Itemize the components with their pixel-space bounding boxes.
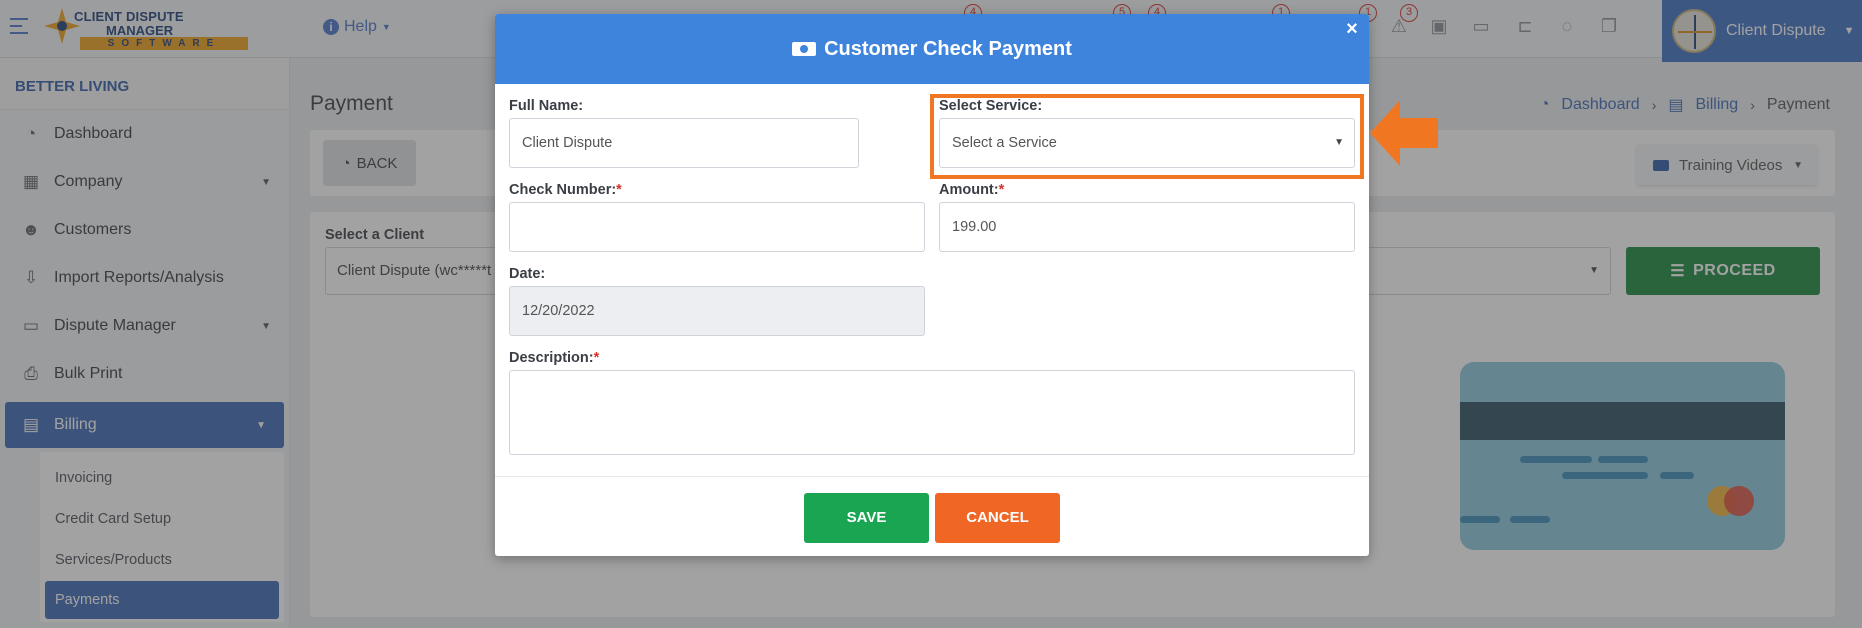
description-label-text: Description:: [509, 350, 594, 366]
full-name-label: Full Name:: [509, 98, 584, 114]
amount-label-text: Amount:: [939, 182, 999, 198]
check-number-field[interactable]: [509, 202, 925, 252]
save-button[interactable]: SAVE: [804, 493, 929, 543]
amount-label: Amount:*: [939, 182, 1004, 198]
close-button[interactable]: ×: [1343, 18, 1361, 41]
amount-field[interactable]: 199.00: [939, 202, 1355, 252]
date-field[interactable]: 12/20/2022: [509, 286, 925, 336]
required-mark: *: [616, 182, 622, 198]
description-field[interactable]: [509, 370, 1355, 455]
select-service-highlight: [930, 94, 1364, 179]
required-mark: *: [593, 350, 600, 366]
full-name-field[interactable]: Client Dispute: [509, 118, 859, 168]
date-label: Date:: [509, 266, 546, 282]
modal-header: Customer Check Payment ×: [495, 14, 1369, 84]
arrow-left-icon: [1370, 100, 1438, 166]
check-number-label: Check Number:*: [509, 182, 622, 198]
description-label: Description:*: [509, 350, 599, 366]
cancel-button[interactable]: CANCEL: [935, 493, 1060, 543]
check-number-label-text: Check Number:: [509, 182, 617, 198]
modal-title: Customer Check Payment: [824, 37, 1072, 60]
money-bill-icon: [792, 42, 817, 56]
modal-footer: SAVE CANCEL: [495, 476, 1369, 556]
required-mark: *: [998, 182, 1005, 198]
